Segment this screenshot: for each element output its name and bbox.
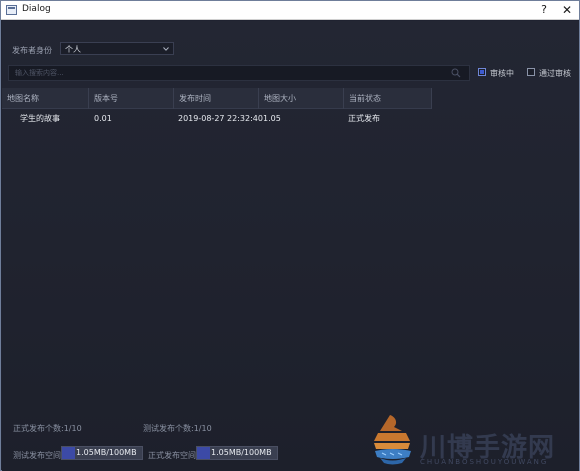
cell-version: 0.01 bbox=[94, 114, 112, 123]
reviewing-checkbox-label[interactable]: 审核中 bbox=[490, 68, 514, 79]
table-row[interactable]: 学生的故事 0.01 2019-08-27 22:32:40 1.05 正式发布 bbox=[2, 110, 579, 128]
window-icon bbox=[6, 5, 17, 15]
chevron-down-icon bbox=[163, 47, 169, 51]
cell-size: 1.05 bbox=[263, 114, 281, 123]
cell-name: 学生的故事 bbox=[20, 114, 60, 123]
official-count-text: 正式发布个数:1/10 bbox=[13, 424, 82, 433]
cell-status: 正式发布 bbox=[348, 114, 380, 123]
official-space-value: 1.05MB/100MB bbox=[211, 448, 272, 457]
dialog-content: 发布者身份 个人 审核中 通过审核 地图名称 版本号 发布时间 地图大小 当前 bbox=[2, 21, 579, 471]
column-header-status[interactable]: 当前状态 bbox=[344, 88, 432, 109]
search-box bbox=[8, 65, 470, 81]
column-header-name[interactable]: 地图名称 bbox=[2, 88, 89, 109]
identity-select[interactable]: 个人 bbox=[60, 42, 174, 55]
search-icon[interactable] bbox=[451, 68, 461, 78]
test-space-bar-fill bbox=[62, 447, 75, 459]
test-space-value: 1.05MB/100MB bbox=[76, 448, 137, 457]
help-button[interactable]: ? bbox=[535, 2, 553, 18]
title-bar: Dialog ? ✕ bbox=[1, 1, 579, 20]
passed-checkbox[interactable] bbox=[527, 68, 535, 76]
identity-label: 发布者身份 bbox=[12, 46, 52, 55]
test-space-bar: 1.05MB/100MB bbox=[61, 446, 143, 460]
table-header: 地图名称 版本号 发布时间 地图大小 当前状态 bbox=[2, 88, 432, 109]
column-header-size[interactable]: 地图大小 bbox=[259, 88, 344, 109]
watermark-logo-icon bbox=[374, 415, 411, 465]
faint-header bbox=[12, 25, 46, 31]
watermark-subtext: CHUANBOSHOUYOUWANG bbox=[420, 458, 549, 466]
map-table: 地图名称 版本号 发布时间 地图大小 当前状态 学生的故事 0.01 2019-… bbox=[2, 88, 579, 408]
dialog-window: Dialog ? ✕ 发布者身份 个人 审核中 通过审核 地图名称 版本号 bbox=[0, 0, 580, 471]
column-header-version[interactable]: 版本号 bbox=[89, 88, 174, 109]
reviewing-checkbox[interactable] bbox=[478, 68, 486, 76]
close-button[interactable]: ✕ bbox=[558, 2, 576, 18]
official-space-label: 正式发布空间 bbox=[148, 451, 196, 460]
test-space-label: 测试发布空间 bbox=[13, 451, 61, 460]
passed-checkbox-label[interactable]: 通过审核 bbox=[539, 68, 571, 79]
cell-time: 2019-08-27 22:32:40 bbox=[178, 114, 263, 123]
official-space-bar: 1.05MB/100MB bbox=[196, 446, 278, 460]
test-count-text: 测试发布个数:1/10 bbox=[143, 424, 212, 433]
window-title: Dialog bbox=[22, 4, 51, 14]
identity-select-value: 个人 bbox=[65, 45, 81, 54]
search-input[interactable] bbox=[9, 66, 449, 80]
official-space-bar-fill bbox=[197, 447, 210, 459]
column-header-time[interactable]: 发布时间 bbox=[174, 88, 259, 109]
watermark: 川博手游网 CHUANBOSHOUYOUWANG bbox=[372, 411, 577, 471]
